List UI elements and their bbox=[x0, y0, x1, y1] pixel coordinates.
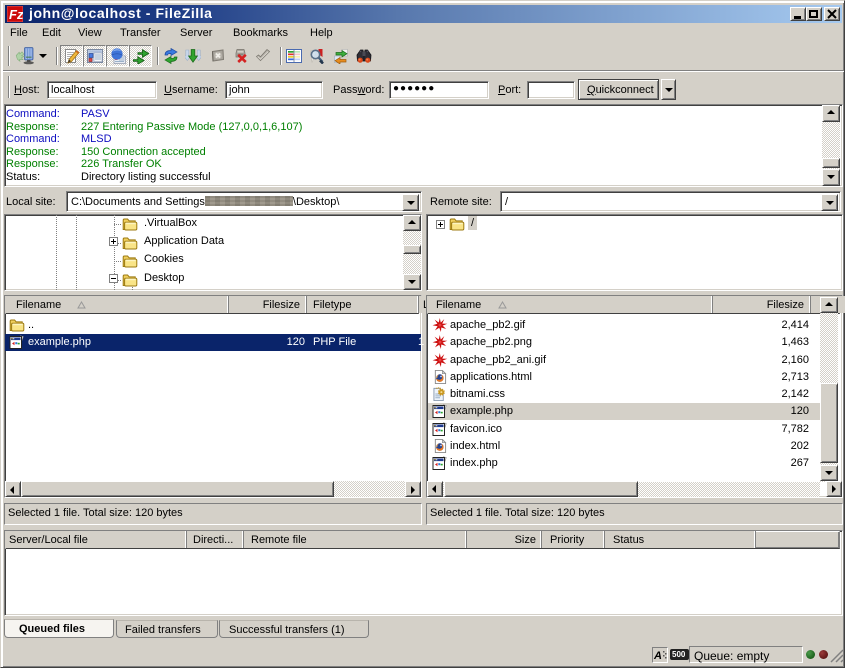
svg-text:Fz: Fz bbox=[9, 7, 23, 22]
svg-text:A: A bbox=[653, 650, 662, 662]
